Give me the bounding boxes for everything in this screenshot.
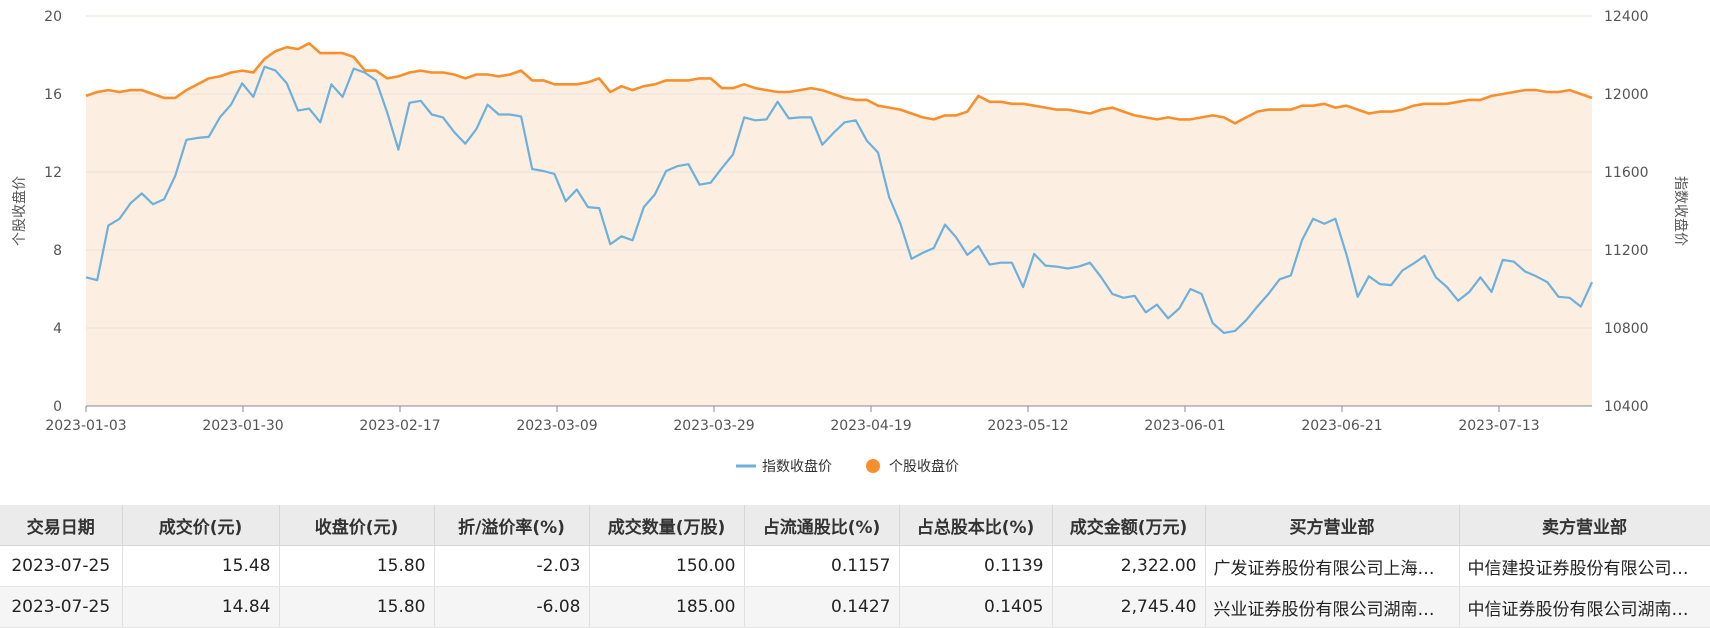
table-row: 2023-07-25 14.84 15.80 -6.08 185.00 0.14…	[0, 586, 1710, 628]
left-tick-label: 0	[53, 399, 62, 415]
left-tick-label: 20	[44, 9, 62, 25]
x-tick-label: 2023-03-29	[673, 418, 754, 434]
cell-volume: 150.00	[589, 545, 745, 587]
left-tick-label: 4	[53, 321, 62, 337]
right-tick-label: 10800	[1604, 321, 1649, 337]
col-header-date[interactable]: 交易日期	[0, 505, 123, 546]
col-header-total-ratio[interactable]: 占总股本比(%)	[899, 505, 1053, 546]
cell-amount: 2,745.40	[1052, 586, 1206, 628]
right-tick-label: 11200	[1604, 243, 1649, 259]
right-axis-title: 指数收盘价	[1672, 176, 1689, 246]
cell-close-price: 15.80	[279, 545, 435, 587]
col-header-close-price[interactable]: 收盘价(元)	[279, 505, 435, 546]
cell-volume: 185.00	[589, 586, 745, 628]
legend-circle-icon	[866, 459, 880, 473]
col-header-float-ratio[interactable]: 占流通股比(%)	[744, 505, 900, 546]
legend-item-stock[interactable]: 个股收盘价	[866, 458, 959, 475]
left-tick-label: 12	[44, 165, 62, 181]
right-tick-label: 12000	[1604, 87, 1649, 103]
x-tick-label: 2023-05-12	[987, 418, 1068, 434]
x-tick-label: 2023-01-30	[202, 418, 283, 434]
col-header-trade-price[interactable]: 成交价(元)	[122, 505, 280, 546]
cell-buyer: 兴业证券股份有限公司湖南…	[1205, 586, 1460, 628]
cell-total-ratio: 0.1405	[899, 586, 1053, 628]
cell-float-ratio: 0.1157	[744, 545, 900, 587]
x-tick-label: 2023-04-19	[830, 418, 911, 434]
table-header-row: 交易日期 成交价(元) 收盘价(元) 折/溢价率(%) 成交数量(万股) 占流通…	[0, 505, 1710, 546]
cell-seller: 中信建投证券股份有限公司…	[1459, 545, 1710, 587]
col-header-buyer[interactable]: 买方营业部	[1205, 505, 1460, 546]
cell-seller: 中信证券股份有限公司湖南…	[1459, 586, 1710, 628]
col-header-amount[interactable]: 成交金额(万元)	[1052, 505, 1206, 546]
left-tick-label: 16	[44, 87, 62, 103]
right-tick-label: 12400	[1604, 9, 1649, 25]
col-header-seller[interactable]: 卖方营业部	[1459, 505, 1710, 546]
left-axis-title: 个股收盘价	[11, 176, 28, 246]
legend-label-index: 指数收盘价	[762, 458, 832, 475]
col-header-premium-rate[interactable]: 折/溢价率(%)	[434, 505, 590, 546]
x-tick-label: 2023-06-01	[1144, 418, 1225, 434]
col-header-volume[interactable]: 成交数量(万股)	[589, 505, 745, 546]
cell-total-ratio: 0.1139	[899, 545, 1053, 587]
legend[interactable]: 指数收盘价 个股收盘价	[736, 458, 959, 475]
cell-buyer: 广发证券股份有限公司上海…	[1205, 545, 1460, 587]
x-tick-label: 2023-07-13	[1458, 418, 1539, 434]
cell-date: 2023-07-25	[0, 586, 123, 628]
legend-item-index[interactable]: 指数收盘价	[736, 458, 832, 475]
cell-amount: 2,322.00	[1052, 545, 1206, 587]
cell-date: 2023-07-25	[0, 545, 123, 587]
cell-float-ratio: 0.1427	[744, 586, 900, 628]
legend-label-stock: 个股收盘价	[889, 458, 959, 475]
right-tick-label: 11600	[1604, 165, 1649, 181]
cell-close-price: 15.80	[279, 586, 435, 628]
right-tick-label: 10400	[1604, 399, 1649, 415]
block-trade-table: 交易日期 成交价(元) 收盘价(元) 折/溢价率(%) 成交数量(万股) 占流通…	[0, 505, 1710, 628]
cell-trade-price: 15.48	[122, 545, 280, 587]
block-trade-chart: 0 4 8 12 16 20 10400 10800 11200 11600 12000 12400 2…	[11, 9, 1689, 475]
x-tick-label: 2023-01-03	[45, 418, 126, 434]
table-row: 2023-07-25 15.48 15.80 -2.03 150.00 0.11…	[0, 545, 1710, 587]
cell-trade-price: 14.84	[122, 586, 280, 628]
x-tick-label: 2023-06-21	[1301, 418, 1382, 434]
x-tick-label: 2023-02-17	[359, 418, 440, 434]
cell-premium-rate: -2.03	[434, 545, 590, 587]
x-tick-label: 2023-03-09	[516, 418, 597, 434]
cell-premium-rate: -6.08	[434, 586, 590, 628]
left-tick-label: 8	[53, 243, 62, 259]
